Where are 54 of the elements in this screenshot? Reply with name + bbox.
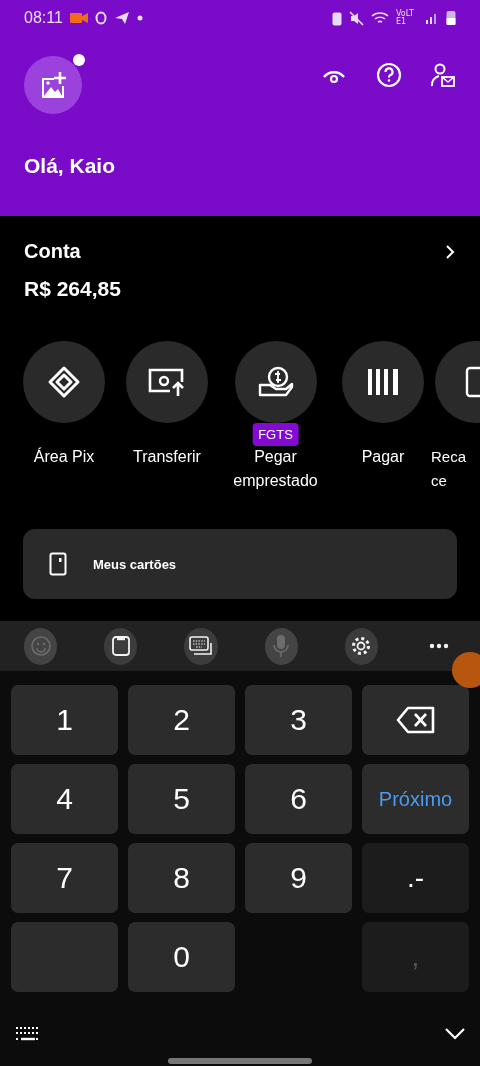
send-icon: [113, 11, 130, 25]
dot-icon: [136, 15, 143, 21]
my-cards-button[interactable]: Meus cartões: [23, 529, 457, 599]
action-label: Transferir: [133, 447, 201, 467]
account-balance: R$ 264,85: [24, 277, 122, 301]
keyboard-toolbar-button[interactable]: [344, 627, 378, 665]
fgts-badge: FGTS: [252, 423, 299, 446]
battery-saver-icon: [332, 10, 342, 26]
next-key[interactable]: Próximo: [362, 764, 469, 834]
digit-key[interactable]: 4: [11, 764, 118, 834]
ring-icon: [94, 11, 107, 25]
digit-key[interactable]: 0: [128, 922, 235, 992]
network-label: VoLTE1: [396, 10, 415, 26]
signal-icon: [425, 11, 439, 25]
digit-key[interactable]: 6: [245, 764, 352, 834]
emoji-icon: [29, 635, 52, 657]
digit-key[interactable]: 3: [245, 685, 352, 755]
help-icon[interactable]: [376, 62, 402, 88]
more-icon: [429, 643, 450, 649]
backspace-icon: [395, 706, 436, 734]
clipboard-icon: [110, 635, 131, 657]
digit-key[interactable]: 9: [245, 843, 352, 913]
digit-key[interactable]: 7: [11, 843, 118, 913]
card-icon: [49, 552, 67, 576]
backspace-key[interactable]: [362, 685, 469, 755]
greeting: Olá, Kaio: [24, 154, 117, 178]
keyboard-toolbar-button[interactable]: [104, 627, 138, 665]
mute-icon: [349, 10, 364, 26]
settings-icon: [350, 635, 373, 657]
digit-key[interactable]: 2: [128, 685, 235, 755]
battery-icon: [446, 10, 456, 26]
symbol-key[interactable]: .-: [362, 843, 469, 913]
action-label: Pegar emprestado: [233, 447, 318, 491]
microphone-icon: [272, 634, 291, 658]
digit-key[interactable]: 1: [11, 685, 118, 755]
wifi-icon: [371, 11, 389, 25]
barcode-icon: [368, 369, 398, 395]
digit-key[interactable]: 8: [128, 843, 235, 913]
action-label: Área Pix: [33, 446, 95, 467]
keyboard-toolbar-button[interactable]: [184, 627, 218, 665]
money-transfer-icon: [148, 367, 186, 397]
digit-key[interactable]: 5: [128, 764, 235, 834]
account-title: Conta: [24, 240, 81, 263]
keyboard-icon: [188, 635, 213, 657]
video-icon: [69, 12, 88, 24]
action-label: Reca ce: [431, 447, 467, 491]
chevron-right-icon[interactable]: [444, 243, 456, 260]
money-hand-icon: [257, 365, 294, 399]
status-time: 08:11: [24, 9, 63, 27]
action-label: Pagar: [361, 447, 405, 467]
keyboard-switch-icon[interactable]: [14, 1026, 40, 1042]
diamond-icon: [47, 365, 81, 399]
chevron-down-icon[interactable]: [444, 1027, 466, 1041]
user-mail-icon[interactable]: [430, 62, 456, 88]
